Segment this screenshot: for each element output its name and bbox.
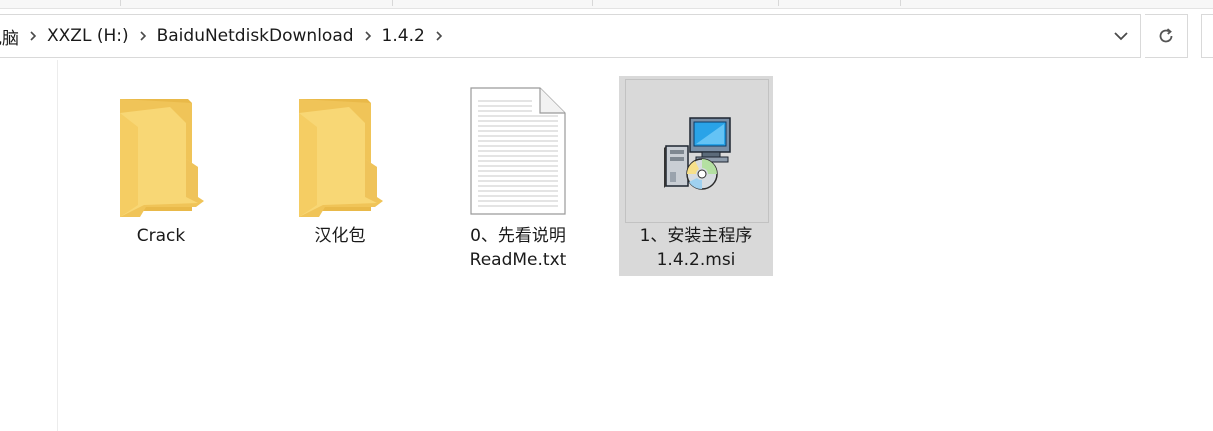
- file-name-line1: 0、先看说明: [470, 226, 566, 246]
- folder-icon: [120, 99, 204, 217]
- file-name: 1、安装主程序 1.4.2.msi: [619, 224, 773, 272]
- file-item-readme[interactable]: 0、先看说明 ReadMe.txt: [441, 76, 595, 276]
- address-bar[interactable]: 电脑 XXZL (H:) BaiduNetdiskDownload 1.4.2: [0, 14, 1141, 58]
- folder-icon: [299, 99, 383, 217]
- file-item-installer[interactable]: 1、安装主程序 1.4.2.msi: [619, 76, 773, 276]
- refresh-button[interactable]: [1145, 14, 1188, 58]
- breadcrumb-item-computer[interactable]: 电脑: [0, 24, 21, 49]
- breadcrumb-item-current[interactable]: 1.4.2: [380, 26, 427, 46]
- file-item-localization[interactable]: 汉化包: [263, 76, 417, 276]
- chevron-down-icon[interactable]: [1112, 27, 1130, 45]
- navigation-pane[interactable]: [0, 60, 57, 431]
- file-name: 0、先看说明 ReadMe.txt: [441, 224, 595, 272]
- chevron-right-icon[interactable]: [21, 15, 45, 57]
- pane-divider[interactable]: [57, 60, 58, 431]
- thumbnail: [269, 79, 413, 223]
- thumbnail: [625, 79, 769, 223]
- chevron-right-icon[interactable]: [131, 15, 155, 57]
- breadcrumb: 电脑 XXZL (H:) BaiduNetdiskDownload 1.4.2: [0, 15, 451, 57]
- thumbnail: [447, 79, 591, 223]
- file-item-crack[interactable]: Crack: [84, 76, 238, 276]
- file-name-line2: ReadMe.txt: [469, 250, 567, 270]
- file-name: Crack: [136, 226, 186, 246]
- file-name: 汉化包: [314, 226, 366, 246]
- ribbon-edge: [0, 0, 1213, 9]
- chevron-right-icon[interactable]: [427, 15, 451, 57]
- installer-msi-icon: [664, 117, 731, 190]
- breadcrumb-item-drive[interactable]: XXZL (H:): [45, 26, 131, 46]
- text-document-icon: [470, 87, 566, 215]
- chevron-right-icon[interactable]: [356, 15, 380, 57]
- thumbnail: [90, 79, 234, 223]
- search-box-edge[interactable]: [1201, 14, 1213, 58]
- file-name-line1: 1、安装主程序: [639, 226, 753, 246]
- file-name-line2: 1.4.2.msi: [656, 250, 736, 270]
- breadcrumb-item-folder[interactable]: BaiduNetdiskDownload: [155, 26, 356, 46]
- refresh-icon: [1159, 28, 1173, 43]
